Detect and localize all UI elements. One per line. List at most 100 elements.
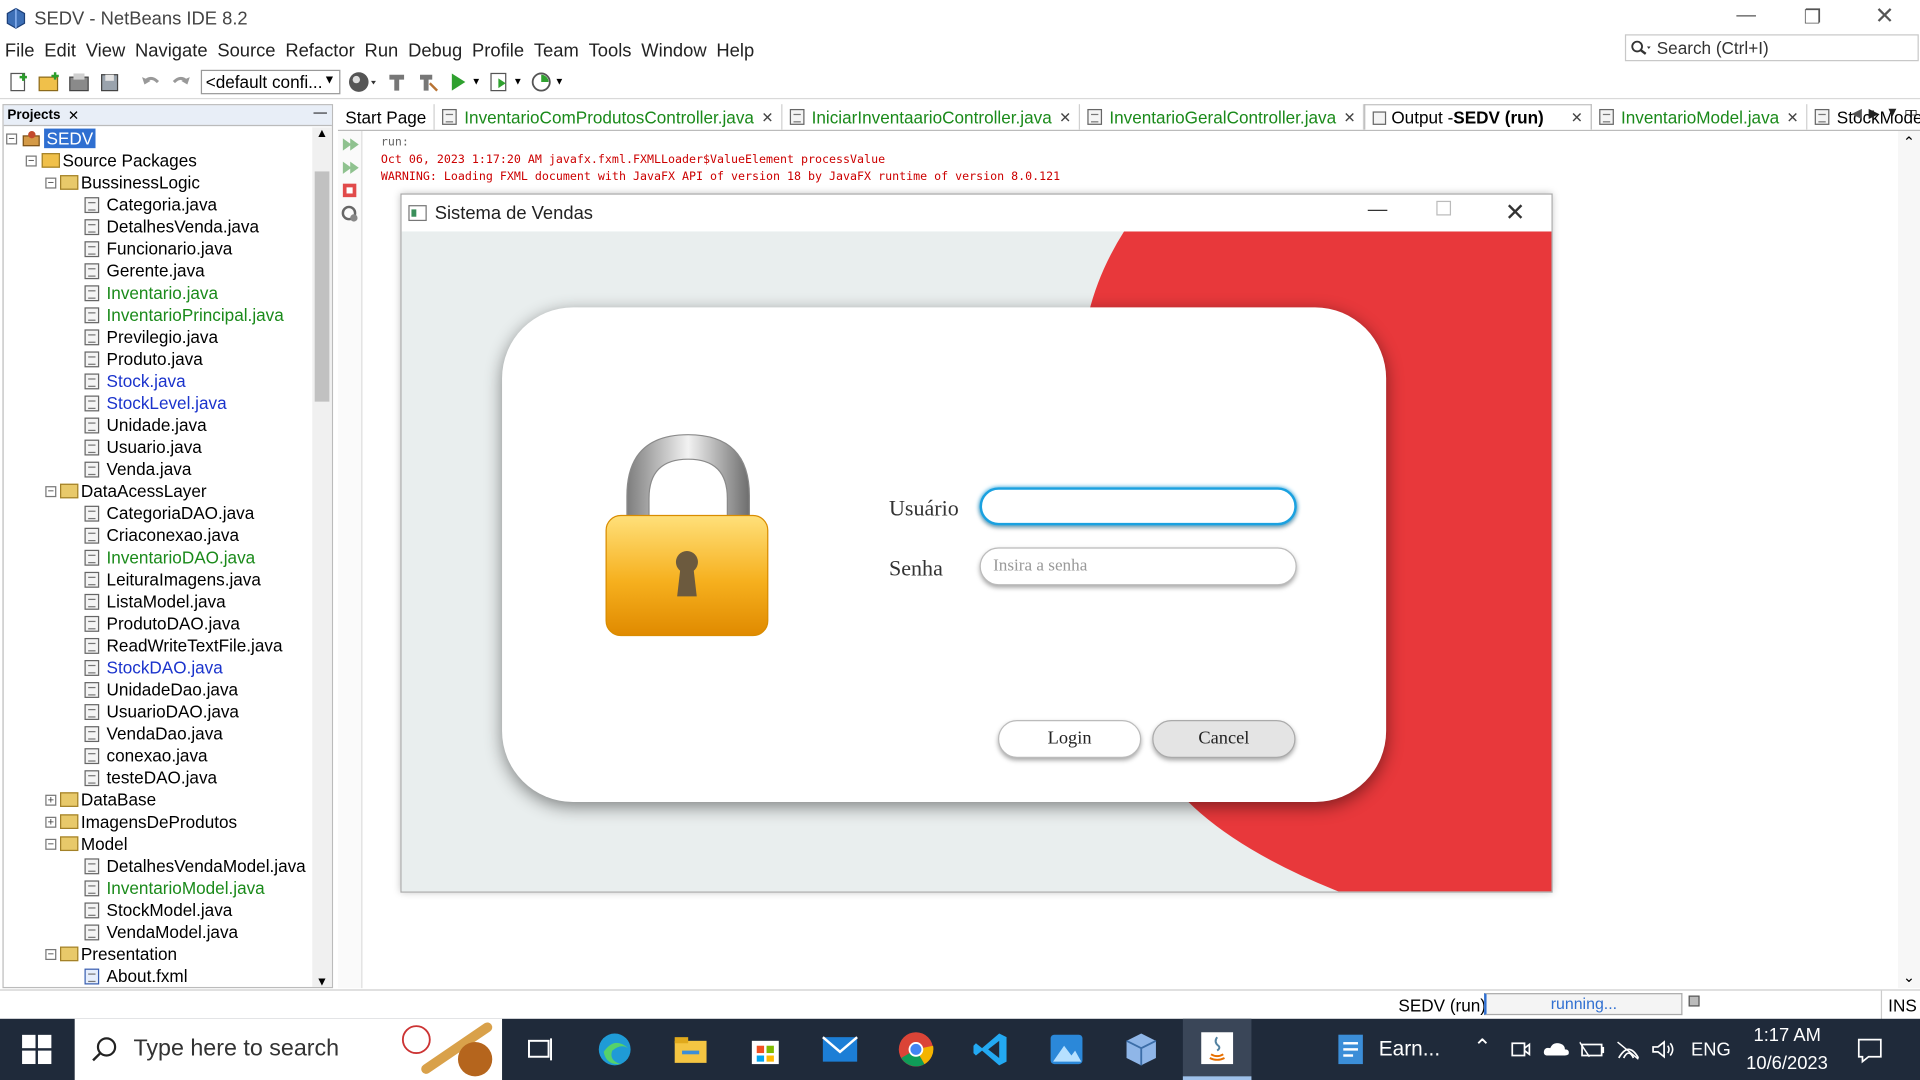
java-app-taskbar-icon[interactable] — [1182, 1018, 1252, 1080]
minimize-button[interactable]: — — [1736, 5, 1756, 27]
tree-file-item[interactable]: DetalhesVendaModel.java — [84, 855, 306, 877]
windows-start-icon[interactable] — [22, 1034, 52, 1065]
ide-search-field[interactable]: Search (Ctrl+I) — [1624, 34, 1919, 62]
task-view-icon[interactable] — [520, 1030, 559, 1069]
clean-build-icon[interactable] — [415, 69, 439, 93]
tree-file-item[interactable]: Inventario.java — [84, 282, 218, 304]
tree-package-node[interactable]: + ImagensDeProdutos — [45, 811, 237, 833]
chevron-up-icon[interactable]: ⌃ — [1473, 1035, 1491, 1061]
tree-file-item[interactable]: LeituraImagens.java — [84, 568, 261, 590]
profile-dropdown-icon[interactable]: ▼ — [555, 76, 565, 87]
tree-package-node[interactable]: + DataBase — [45, 789, 156, 811]
menu-source[interactable]: Source — [212, 40, 280, 61]
tree-package-node[interactable]: − BussinessLogic — [45, 171, 200, 193]
tree-file-item[interactable]: Unidade.java — [84, 414, 207, 436]
tree-file-item[interactable]: ReadWriteTextFile.java — [84, 634, 282, 656]
cancel-process-icon[interactable] — [1688, 995, 1700, 1007]
tree-file-item[interactable]: UnidadeDao.java — [84, 678, 238, 700]
dialog-close-button[interactable]: ✕ — [1505, 197, 1526, 228]
menu-file[interactable]: File — [0, 40, 39, 61]
projects-tab[interactable]: Projects ✕ — — [3, 105, 332, 127]
scroll-down-icon[interactable]: ⌄ — [1903, 969, 1915, 986]
collapse-icon[interactable]: − — [45, 176, 57, 188]
undo-icon[interactable] — [138, 69, 162, 93]
tab-inventario-com-produtos-controller[interactable]: InventarioComProdutosController.java ✕ — [435, 104, 783, 130]
tree-file-item[interactable]: Stock.java — [84, 370, 186, 392]
settings-icon[interactable] — [341, 205, 358, 222]
close-tab-icon[interactable]: ✕ — [1571, 109, 1583, 126]
tree-package-node[interactable]: − Model — [45, 833, 128, 855]
scroll-up-icon[interactable]: ▲ — [316, 127, 328, 140]
tree-file-item[interactable]: StockDAO.java — [84, 656, 223, 678]
close-icon[interactable]: ✕ — [68, 107, 79, 123]
collapse-icon[interactable]: − — [25, 154, 37, 166]
collapse-icon[interactable]: − — [45, 838, 57, 850]
restore-button[interactable]: ❐ — [1804, 5, 1822, 29]
clock-time[interactable]: 1:17 AM — [1753, 1025, 1820, 1046]
tree-file-item[interactable]: StockModel.java — [84, 899, 232, 921]
taskbar-search[interactable]: Type here to search — [74, 1018, 503, 1080]
configuration-select[interactable]: <default confi... ▼ — [200, 69, 341, 94]
tree-file-item[interactable]: Categoria.java — [84, 193, 217, 215]
file-explorer-icon[interactable] — [671, 1030, 710, 1069]
wifi-icon[interactable] — [1616, 1038, 1640, 1060]
tab-start-page[interactable]: Start Page — [338, 104, 435, 130]
tree-file-item[interactable]: Criaconexao.java — [84, 524, 239, 546]
source-packages-node[interactable]: − Source Packages — [25, 149, 197, 171]
tree-file-item[interactable]: CategoriaDAO.java — [84, 502, 254, 524]
menu-help[interactable]: Help — [712, 40, 760, 61]
tree-file-item[interactable]: Usuario.java — [84, 436, 202, 458]
vscode-icon[interactable] — [971, 1030, 1010, 1069]
expand-icon[interactable]: + — [45, 816, 57, 828]
close-tab-icon[interactable]: ✕ — [1344, 108, 1356, 125]
build-icon[interactable] — [384, 69, 408, 93]
tree-file-item[interactable]: DetalhesVenda.java — [84, 216, 259, 238]
tree-file-item[interactable]: Produto.java — [84, 348, 203, 370]
mail-icon[interactable] — [820, 1030, 859, 1069]
menu-team[interactable]: Team — [529, 40, 584, 61]
project-tree-scrollbar[interactable]: ▲ ▼ — [312, 127, 332, 987]
output-scrollbar[interactable]: ⌃ ⌄ — [1897, 131, 1920, 989]
close-button[interactable]: ✕ — [1875, 2, 1894, 30]
tree-file-item[interactable]: Venda.java — [84, 458, 191, 480]
photos-icon[interactable] — [1047, 1030, 1086, 1069]
menu-navigate[interactable]: Navigate — [130, 40, 212, 61]
tree-file-item[interactable]: About.fxml — [84, 965, 188, 987]
scroll-down-icon[interactable]: ▼ — [316, 976, 328, 987]
meet-now-icon[interactable] — [1510, 1038, 1532, 1060]
tree-file-item[interactable]: VendaDao.java — [84, 722, 223, 744]
collapse-icon[interactable]: − — [45, 485, 57, 497]
tab-inventario-model[interactable]: InventarioModel.java ✕ — [1592, 104, 1808, 130]
battery-icon[interactable] — [1579, 1040, 1607, 1060]
tree-file-item[interactable]: ProdutoDAO.java — [84, 612, 240, 634]
menu-run[interactable]: Run — [360, 40, 404, 61]
edge-icon[interactable] — [595, 1030, 634, 1069]
3d-box-icon[interactable] — [1122, 1030, 1161, 1069]
menu-view[interactable]: View — [81, 40, 130, 61]
tab-output[interactable]: Output - SEDV (run) ✕ — [1364, 104, 1592, 130]
password-input[interactable]: Insira a senha — [979, 547, 1297, 586]
run-icon[interactable] — [446, 69, 470, 93]
scroll-up-icon[interactable]: ⌃ — [1903, 133, 1915, 150]
chrome-icon[interactable] — [896, 1030, 935, 1069]
tree-file-item[interactable]: VendaModel.java — [84, 921, 238, 943]
menu-tools[interactable]: Tools — [584, 40, 637, 61]
tree-file-item[interactable]: InventarioModel.java — [84, 877, 265, 899]
rerun-icon[interactable] — [342, 138, 359, 151]
tree-package-node[interactable]: − DataAcessLayer — [45, 480, 207, 502]
language-indicator[interactable]: ENG — [1691, 1040, 1731, 1061]
profile-icon[interactable] — [529, 69, 553, 93]
volume-icon[interactable] — [1651, 1038, 1675, 1060]
tab-iniciar-inventaario-controller[interactable]: IniciarInventaarioController.java ✕ — [782, 104, 1080, 130]
maximize-window-icon[interactable]: ▭ — [1904, 103, 1918, 120]
tree-file-item[interactable]: Gerente.java — [84, 260, 205, 282]
open-project-icon[interactable] — [67, 69, 91, 93]
username-input[interactable] — [979, 487, 1297, 526]
debug-icon[interactable] — [487, 69, 511, 93]
minimize-panel-icon[interactable]: — — [313, 105, 326, 120]
microsoft-store-icon[interactable] — [746, 1030, 785, 1069]
tree-file-item[interactable]: InventarioDAO.java — [84, 546, 255, 568]
redo-icon[interactable] — [169, 69, 193, 93]
menu-debug[interactable]: Debug — [403, 40, 467, 61]
dialog-minimize-button[interactable]: — — [1368, 200, 1388, 222]
